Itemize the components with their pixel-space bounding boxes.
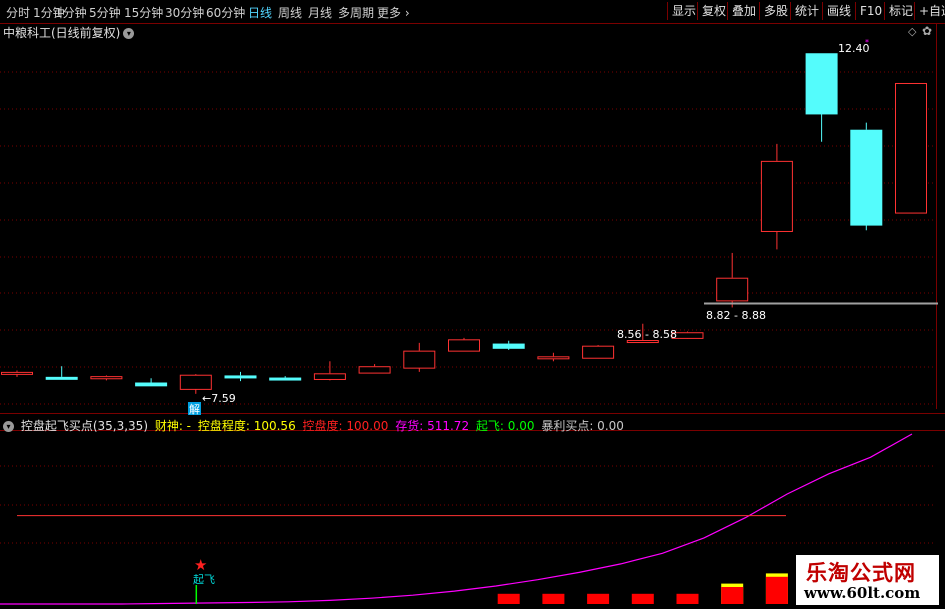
kongpandu-value: 控盘度: 100.00 <box>302 419 389 433</box>
candle-up <box>1 371 33 375</box>
volume-bar <box>765 576 788 604</box>
qifei-signal-label: 起飞 <box>193 573 215 586</box>
candle-down <box>135 382 168 387</box>
caishen-value: 财神: - <box>154 419 192 433</box>
volume-bar <box>631 593 654 604</box>
cunhuo-value: 存货: 511.72 <box>395 419 470 433</box>
candle-up <box>895 82 927 214</box>
low-price-label: ←7.59 <box>202 392 236 405</box>
volume-bar <box>587 593 610 604</box>
watermark-title: 乐淘公式网 <box>806 560 916 585</box>
indicator-legend: ▾ 控盘起飞买点(35,3,35) 财神: - 控盘程度: 100.56 控盘度… <box>3 417 627 434</box>
candle-up <box>448 339 480 352</box>
indicator-panel <box>0 433 922 605</box>
candle-down <box>269 377 302 381</box>
candle-down <box>224 375 257 379</box>
signal-star-icon: ★ <box>194 556 207 574</box>
candle-up <box>716 277 749 302</box>
candle-up <box>760 160 793 232</box>
volume-bar <box>542 593 565 604</box>
volume-bar <box>721 587 744 604</box>
candle-up <box>403 350 436 369</box>
candle-down <box>850 129 883 226</box>
volume-bar <box>676 593 699 604</box>
candle-up <box>90 376 123 380</box>
jie-badge: 解 <box>189 402 200 416</box>
candle-up <box>313 373 346 380</box>
qifei-value: 起飞: 0.00 <box>475 419 535 433</box>
high-marker-icon: * <box>865 38 869 47</box>
chevron-down-icon[interactable]: ▾ <box>3 421 14 432</box>
candle-down <box>805 53 838 115</box>
candle-down <box>492 343 525 349</box>
indicator-name: 控盘起飞买点(35,3,35) <box>20 419 148 433</box>
candles <box>1 53 927 394</box>
grid <box>0 71 945 544</box>
candle-up <box>537 356 570 360</box>
candle-up <box>179 374 212 390</box>
site-watermark: 乐淘公式网 www.60lt.com <box>796 555 939 605</box>
range-label-2: 8.82 - 8.88 <box>706 309 766 322</box>
watermark-url: www.60lt.com <box>804 584 921 602</box>
kongpan-value: 控盘程度: 100.56 <box>197 419 296 433</box>
price-chart: ←7.59 解 8.56 - 8.58 8.82 - 8.88 12.40 * … <box>0 38 945 605</box>
candle-down <box>45 376 78 380</box>
candle-up <box>582 345 615 359</box>
volume-bar <box>497 593 520 604</box>
baoli-value: 暴利买点: 0.00 <box>541 419 624 433</box>
range-label-1: 8.56 - 8.58 <box>617 328 677 341</box>
candle-up <box>358 366 391 374</box>
